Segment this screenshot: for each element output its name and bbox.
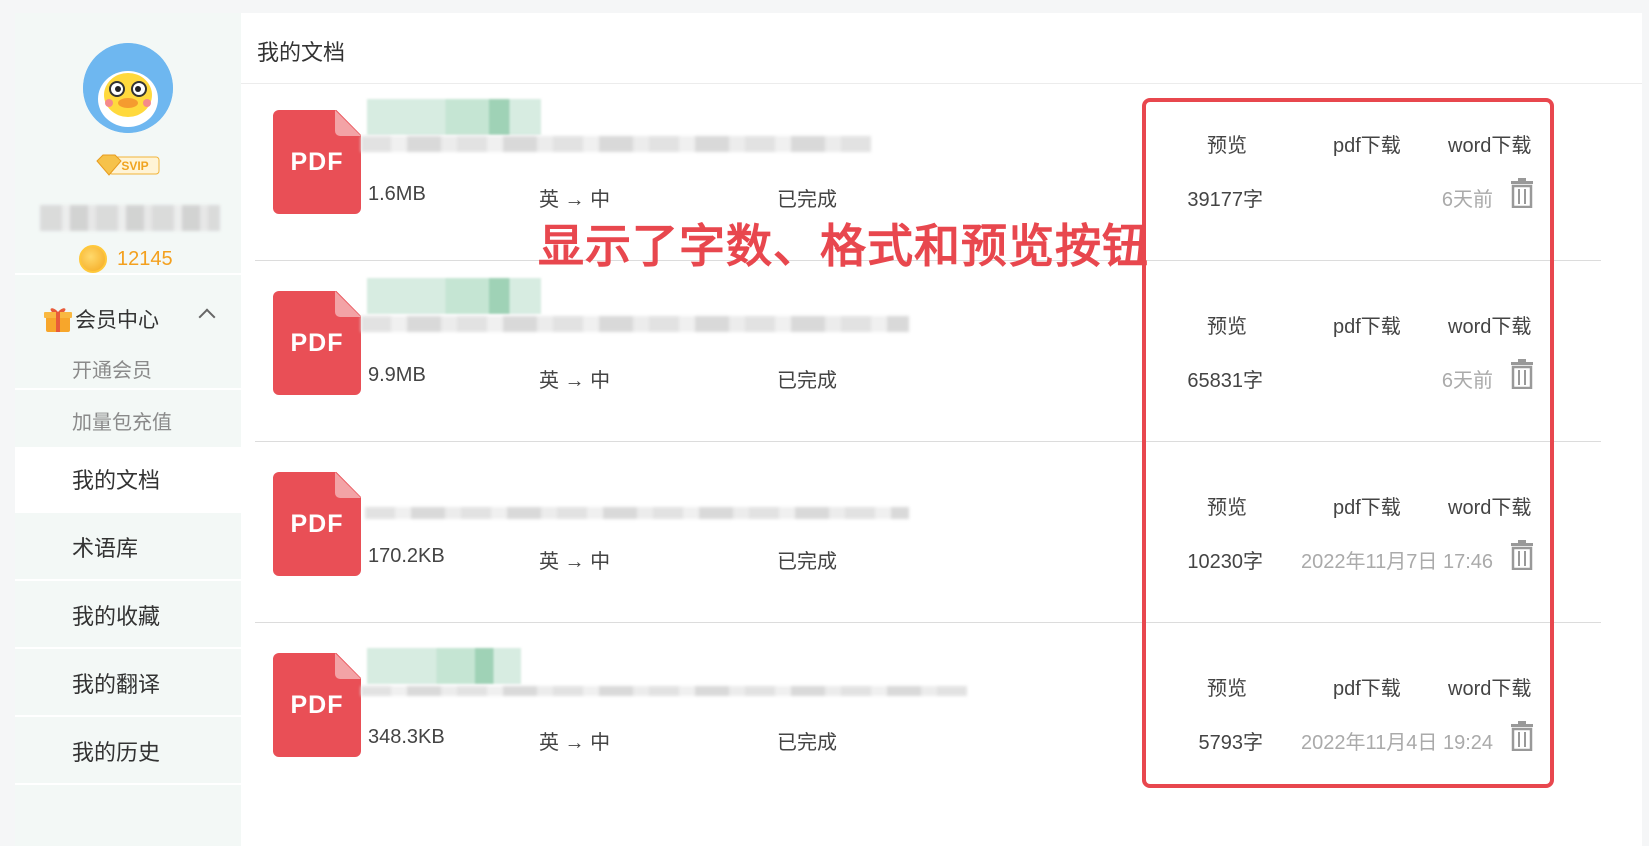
lang-pair: 英 → 中: [539, 370, 611, 392]
vip-center-label: 会员中心: [75, 308, 159, 332]
svip-badge: SVIP: [95, 153, 161, 177]
filename-blurred: [361, 686, 967, 696]
divider: [15, 715, 241, 717]
svg-text:SVIP: SVIP: [121, 159, 148, 173]
file-size: 9.9MB: [368, 364, 426, 386]
divider: [15, 273, 241, 275]
status-label: 已完成: [777, 551, 837, 573]
status-label: 已完成: [777, 732, 837, 754]
filename-blurred: [367, 278, 541, 314]
file-size: 1.6MB: [368, 183, 426, 205]
lang-pair: 英 → 中: [539, 189, 611, 211]
coin-icon: [79, 245, 107, 273]
sidebar-item-history[interactable]: 我的历史: [15, 719, 241, 783]
pdf-file-icon: PDF: [273, 291, 361, 395]
annotation-text: 显示了字数、格式和预览按钮: [538, 219, 1149, 273]
divider: [15, 783, 241, 785]
avatar[interactable]: [83, 43, 173, 133]
divider: [15, 511, 241, 513]
lang-pair: 英 → 中: [539, 551, 611, 573]
file-size: 170.2KB: [368, 545, 445, 567]
gift-icon: [43, 304, 73, 334]
coin-balance: 12145: [79, 245, 173, 273]
filename-blurred: [367, 99, 541, 135]
sidebar-item-glossary[interactable]: 术语库: [15, 515, 241, 579]
coin-count: 12145: [117, 247, 173, 270]
annotation-highlight-box: [1142, 98, 1554, 788]
status-label: 已完成: [777, 370, 837, 392]
divider: [15, 647, 241, 649]
vip-center-toggle[interactable]: 会员中心: [43, 299, 233, 339]
chevron-up-icon: [198, 308, 216, 326]
filename-blurred: [361, 136, 871, 152]
username-blurred: [40, 205, 220, 231]
filename-blurred: [367, 648, 521, 684]
status-label: 已完成: [777, 189, 837, 211]
sidebar-item-my-translations[interactable]: 我的翻译: [15, 651, 241, 715]
pdf-file-icon: PDF: [273, 110, 361, 214]
sidebar-item-open-vip[interactable]: 开通会员: [72, 354, 152, 383]
pdf-file-icon: PDF: [273, 472, 361, 576]
sidebar-item-my-docs[interactable]: 我的文档: [15, 447, 241, 511]
pdf-file-icon: PDF: [273, 653, 361, 757]
divider: [15, 579, 241, 581]
sidebar-item-addon-recharge[interactable]: 加量包充值: [72, 406, 172, 435]
filename-blurred: [365, 507, 909, 519]
sidebar-item-favorites[interactable]: 我的收藏: [15, 583, 241, 647]
page-title: 我的文档: [257, 41, 346, 66]
lang-pair: 英 → 中: [539, 732, 611, 754]
sidebar: SVIP 12145 会员中心 开通会员 加量包充值 我的文档 术语库 我的收藏…: [15, 13, 241, 846]
filename-blurred: [361, 316, 909, 332]
file-size: 348.3KB: [368, 726, 445, 748]
divider: [15, 388, 241, 390]
duck-avatar-icon: [83, 43, 173, 133]
